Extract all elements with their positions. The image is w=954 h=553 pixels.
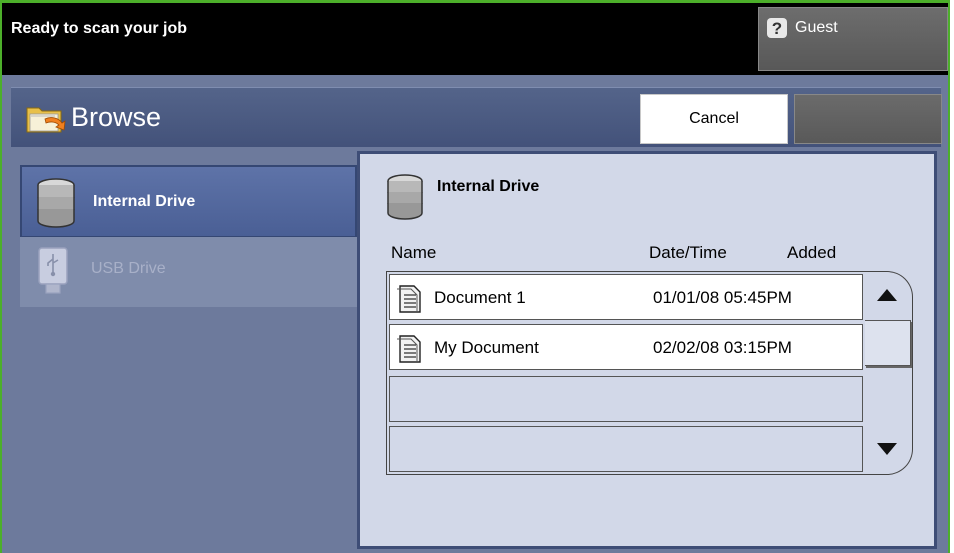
scroll-thumb[interactable] — [865, 320, 911, 366]
document-icon — [397, 335, 421, 363]
title-bar: Browse Cancel — [11, 87, 942, 147]
scroll-down-button[interactable] — [865, 426, 911, 472]
file-name: Document 1 — [434, 288, 526, 307]
sidebar-item-label: USB Drive — [91, 260, 166, 277]
status-message: Ready to scan your job — [11, 20, 188, 37]
drive-title: Internal Drive — [437, 178, 540, 195]
file-browser-panel: Internal Drive Name Date/Time Added Docu… — [357, 151, 937, 549]
guest-label: Guest — [795, 19, 838, 36]
column-header-added[interactable]: Added — [787, 243, 836, 263]
table-row[interactable]: My Document 02/02/08 03:15PM — [389, 324, 863, 370]
empty-row — [389, 426, 863, 472]
folder-icon — [26, 107, 66, 133]
document-icon — [397, 285, 421, 313]
status-bar: Ready to scan your job ? Guest — [2, 3, 948, 75]
database-icon — [37, 178, 75, 228]
table-row[interactable]: Document 1 01/01/08 05:45PM — [389, 274, 863, 320]
device-screen: Ready to scan your job ? Guest Browse Ca… — [0, 0, 950, 553]
column-header-name[interactable]: Name — [391, 243, 436, 263]
file-list: Document 1 01/01/08 05:45PM My Document … — [386, 271, 866, 475]
column-header-date[interactable]: Date/Time — [649, 243, 727, 263]
sidebar-item-internal-drive[interactable]: Internal Drive — [20, 165, 357, 238]
page-title: Browse — [71, 102, 162, 132]
scrollbar[interactable] — [865, 271, 913, 475]
drive-list: Internal Drive USB Drive — [11, 153, 357, 551]
guest-button[interactable]: ? Guest — [758, 7, 948, 71]
file-date: 01/01/08 05:45PM — [653, 288, 792, 307]
disabled-action-button — [794, 94, 942, 144]
arrow-up-icon — [877, 289, 897, 301]
help-icon: ? — [767, 18, 787, 38]
sidebar-item-label: Internal Drive — [93, 193, 196, 210]
scroll-up-button[interactable] — [865, 272, 911, 318]
empty-row — [389, 376, 863, 422]
sidebar-item-usb-drive: USB Drive — [20, 237, 357, 307]
file-date: 02/02/08 03:15PM — [653, 338, 792, 357]
cancel-button[interactable]: Cancel — [640, 94, 788, 144]
arrow-down-icon — [877, 443, 897, 455]
usb-icon — [38, 247, 68, 294]
database-icon — [387, 174, 423, 220]
file-name: My Document — [434, 338, 539, 357]
